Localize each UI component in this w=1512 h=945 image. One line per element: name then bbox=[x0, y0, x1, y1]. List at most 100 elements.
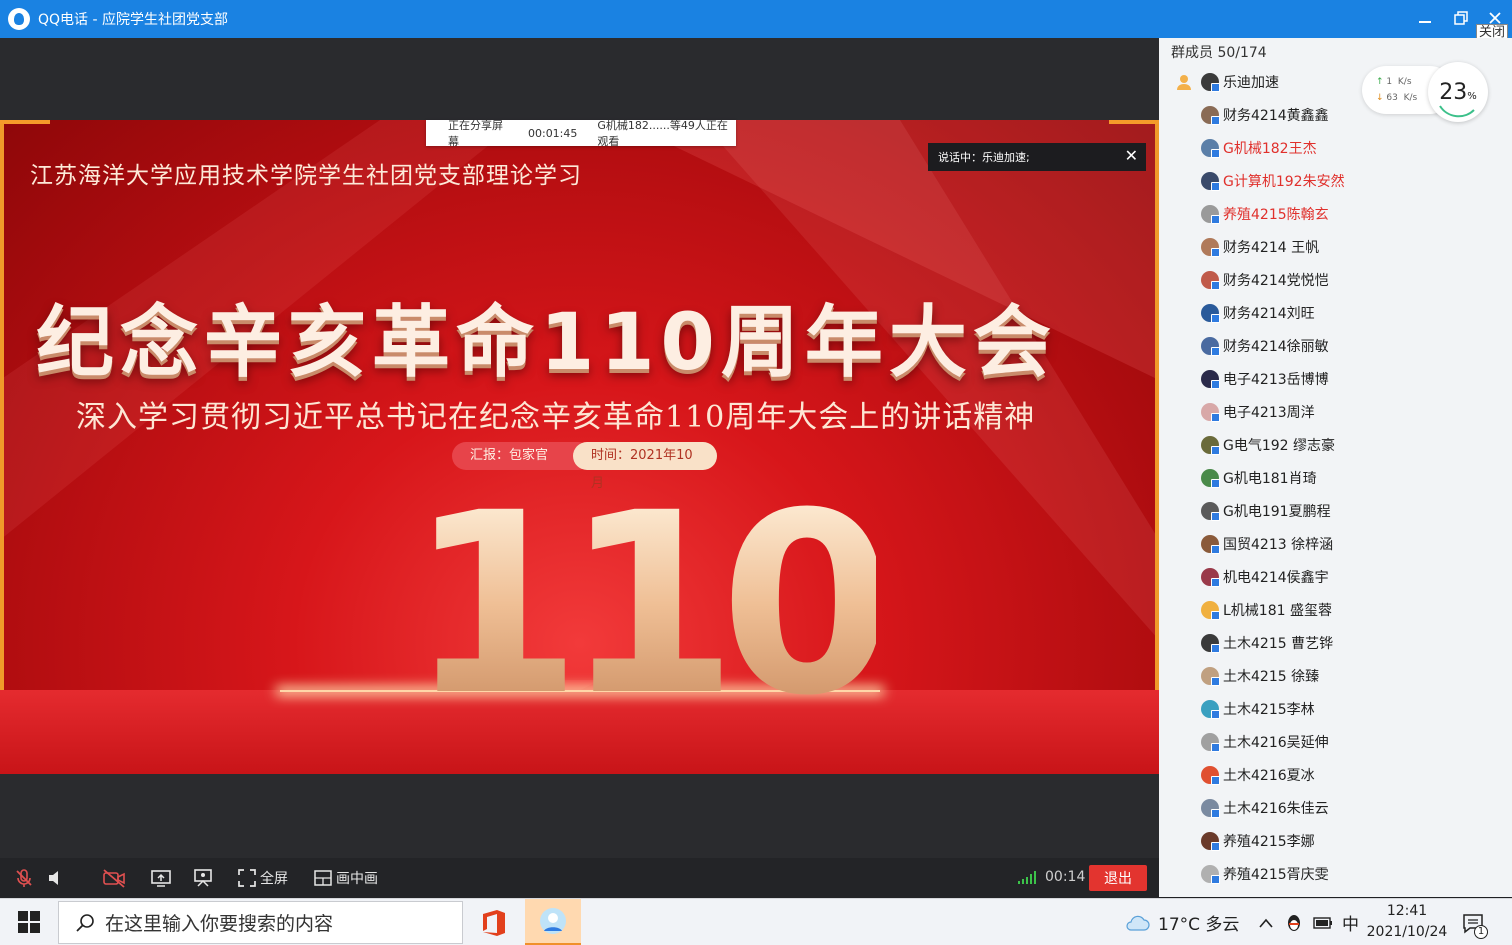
member-list-item[interactable]: 国贸4213 徐梓涵 bbox=[1201, 533, 1333, 555]
qq-avatar-icon bbox=[540, 908, 566, 934]
member-avatar bbox=[1201, 205, 1220, 224]
search-placeholder: 在这里输入你要搜索的内容 bbox=[105, 913, 334, 935]
member-list-item[interactable]: L机械181 盛玺蓉 bbox=[1201, 599, 1332, 621]
taskbar-qq-app[interactable] bbox=[525, 899, 581, 945]
member-name: 财务4214刘旺 bbox=[1223, 306, 1315, 322]
member-avatar bbox=[1201, 667, 1220, 686]
member-avatar bbox=[1201, 337, 1220, 356]
member-name: G计算机192朱安然 bbox=[1223, 174, 1345, 190]
call-duration: 00:14 bbox=[1045, 869, 1086, 885]
member-avatar bbox=[1201, 700, 1220, 719]
member-name: 机电4214侯鑫宇 bbox=[1223, 570, 1329, 586]
notification-count: 1 bbox=[1474, 925, 1488, 939]
pip-icon bbox=[314, 870, 332, 886]
clock-date: 2021/10/24 bbox=[1366, 924, 1448, 940]
member-avatar bbox=[1201, 832, 1220, 851]
cpu-gauge-ring bbox=[1439, 105, 1475, 118]
title-bar: QQ电话 - 应院学生社团党支部 bbox=[0, 0, 1512, 38]
member-name: 财务4214 王帆 bbox=[1223, 240, 1320, 256]
member-name: 养殖4215陈翰玄 bbox=[1223, 207, 1329, 223]
member-list-panel: 群成员 50/174 乐迪加速 财务4214黄鑫鑫 G机械182王杰 G计算机192朱… bbox=[1159, 38, 1512, 897]
speaking-label: 说话中：乐迪加速; bbox=[938, 151, 1030, 164]
member-list-item[interactable]: 土木4216夏冰 bbox=[1201, 764, 1315, 786]
member-list-item[interactable]: 财务4214刘旺 bbox=[1201, 302, 1315, 324]
member-list-item[interactable]: 养殖4215李娜 bbox=[1201, 830, 1315, 852]
signal-strength-icon bbox=[1018, 870, 1036, 884]
screen-share-status-bar: 正在分享屏幕 00:01:45 G机械182......等49人正在观看 bbox=[426, 119, 736, 148]
member-list-item[interactable]: 财务4214徐丽敏 bbox=[1201, 335, 1329, 357]
picture-in-picture-button[interactable]: 画中画 bbox=[314, 868, 378, 888]
member-avatar bbox=[1201, 436, 1220, 455]
member-list-item[interactable]: 养殖4215胥庆雯 bbox=[1201, 863, 1329, 885]
member-name: 财务4214黄鑫鑫 bbox=[1223, 108, 1329, 124]
tray-battery-icon[interactable] bbox=[1313, 899, 1333, 945]
cpu-usage-gauge: 23% bbox=[1428, 62, 1488, 122]
member-name: 财务4214徐丽敏 bbox=[1223, 339, 1329, 355]
member-list-item[interactable]: 乐迪加速 bbox=[1201, 71, 1279, 93]
ime-indicator[interactable]: 中 bbox=[1342, 899, 1359, 945]
download-arrow-icon: ↓ bbox=[1376, 93, 1384, 103]
member-list-item[interactable]: 养殖4215陈翰玄 bbox=[1201, 203, 1329, 225]
presentation-button[interactable] bbox=[192, 868, 214, 888]
slide-corner bbox=[0, 120, 50, 124]
restore-button[interactable] bbox=[1444, 4, 1478, 32]
camera-off-button[interactable] bbox=[102, 868, 126, 888]
member-list-item[interactable]: G计算机192朱安然 bbox=[1201, 170, 1345, 192]
chevron-up-icon bbox=[1259, 918, 1273, 928]
taskbar-office-app[interactable] bbox=[466, 899, 522, 945]
member-list-item[interactable]: 土木4215李林 bbox=[1201, 698, 1315, 720]
member-avatar bbox=[1201, 502, 1220, 521]
speaking-close-icon[interactable]: ✕ bbox=[1125, 146, 1138, 165]
upload-arrow-icon: ↑ bbox=[1376, 77, 1384, 87]
window-title: QQ电话 - 应院学生社团党支部 bbox=[38, 12, 228, 28]
member-list-item[interactable]: 土木4216朱佳云 bbox=[1201, 797, 1329, 819]
network-monitor-widget[interactable]: ↑ 1 K/s ↓ 63 K/s 23% bbox=[1362, 62, 1490, 122]
exit-call-button[interactable]: 退出 bbox=[1089, 865, 1147, 891]
member-list-item[interactable]: G机电191夏鹏程 bbox=[1201, 500, 1331, 522]
speaker-icon bbox=[49, 871, 58, 885]
system-clock[interactable]: 12:41 2021/10/24 bbox=[1362, 901, 1452, 943]
member-list-item[interactable]: G机电181肖琦 bbox=[1201, 467, 1317, 489]
member-avatar bbox=[1201, 172, 1220, 191]
member-list-item[interactable]: 财务4214党悦恺 bbox=[1201, 269, 1329, 291]
slide-subtitle: 深入学习贯彻习近平总书记在纪念辛亥革命110周年大会上的讲话精神 bbox=[76, 400, 1036, 435]
tray-expand-button[interactable] bbox=[1258, 899, 1274, 945]
member-list-item[interactable]: G机械182王杰 bbox=[1201, 137, 1317, 159]
member-name: G机械182王杰 bbox=[1223, 141, 1317, 157]
search-icon bbox=[76, 913, 94, 932]
fullscreen-label: 全屏 bbox=[260, 871, 288, 887]
minimize-button[interactable] bbox=[1408, 4, 1442, 32]
office-icon bbox=[483, 909, 505, 936]
member-list-item[interactable]: 财务4214黄鑫鑫 bbox=[1201, 104, 1329, 126]
notification-center-button[interactable]: 1 bbox=[1462, 899, 1488, 945]
member-avatar bbox=[1201, 535, 1220, 554]
speaker-button[interactable] bbox=[46, 868, 66, 888]
member-name: 土木4215李林 bbox=[1223, 702, 1315, 718]
member-list-item[interactable]: 土木4216吴延伸 bbox=[1201, 731, 1329, 753]
member-list-item[interactable]: 土木4215 曹艺铧 bbox=[1201, 632, 1333, 654]
member-name: 土木4216朱佳云 bbox=[1223, 801, 1329, 817]
member-avatar bbox=[1201, 799, 1220, 818]
member-avatar bbox=[1201, 271, 1220, 290]
member-avatar bbox=[1201, 865, 1220, 884]
fullscreen-button[interactable]: 全屏 bbox=[238, 868, 288, 888]
member-list-item[interactable]: 财务4214 王帆 bbox=[1201, 236, 1319, 258]
battery-icon bbox=[1313, 916, 1332, 929]
member-list-item[interactable]: 土木4215 徐臻 bbox=[1201, 665, 1319, 687]
member-list-item[interactable]: G电气192 缪志豪 bbox=[1201, 434, 1335, 456]
mute-mic-button[interactable] bbox=[14, 868, 34, 888]
member-list-item[interactable]: 机电4214侯鑫宇 bbox=[1201, 566, 1329, 588]
member-name: G机电181肖琦 bbox=[1223, 471, 1317, 487]
download-unit: K/s bbox=[1403, 93, 1418, 103]
weather-widget[interactable]: 17°C 多云 bbox=[1124, 899, 1239, 945]
member-list-item[interactable]: 电子4213岳博博 bbox=[1201, 368, 1329, 390]
tray-qq-icon[interactable] bbox=[1285, 899, 1303, 945]
presentation-icon bbox=[194, 869, 212, 887]
member-list-item[interactable]: 电子4213周洋 bbox=[1201, 401, 1315, 423]
screen-share-button[interactable] bbox=[150, 868, 172, 888]
taskbar-search-box[interactable]: 在这里输入你要搜索的内容 bbox=[58, 901, 463, 944]
upload-speed: 1 bbox=[1386, 77, 1393, 87]
windows-taskbar: 在这里输入你要搜索的内容 17°C 多云 中 12:41 2021/10/24 … bbox=[0, 898, 1512, 945]
weather-text: 17°C 多云 bbox=[1158, 915, 1240, 935]
windows-start-icon[interactable] bbox=[18, 911, 40, 933]
